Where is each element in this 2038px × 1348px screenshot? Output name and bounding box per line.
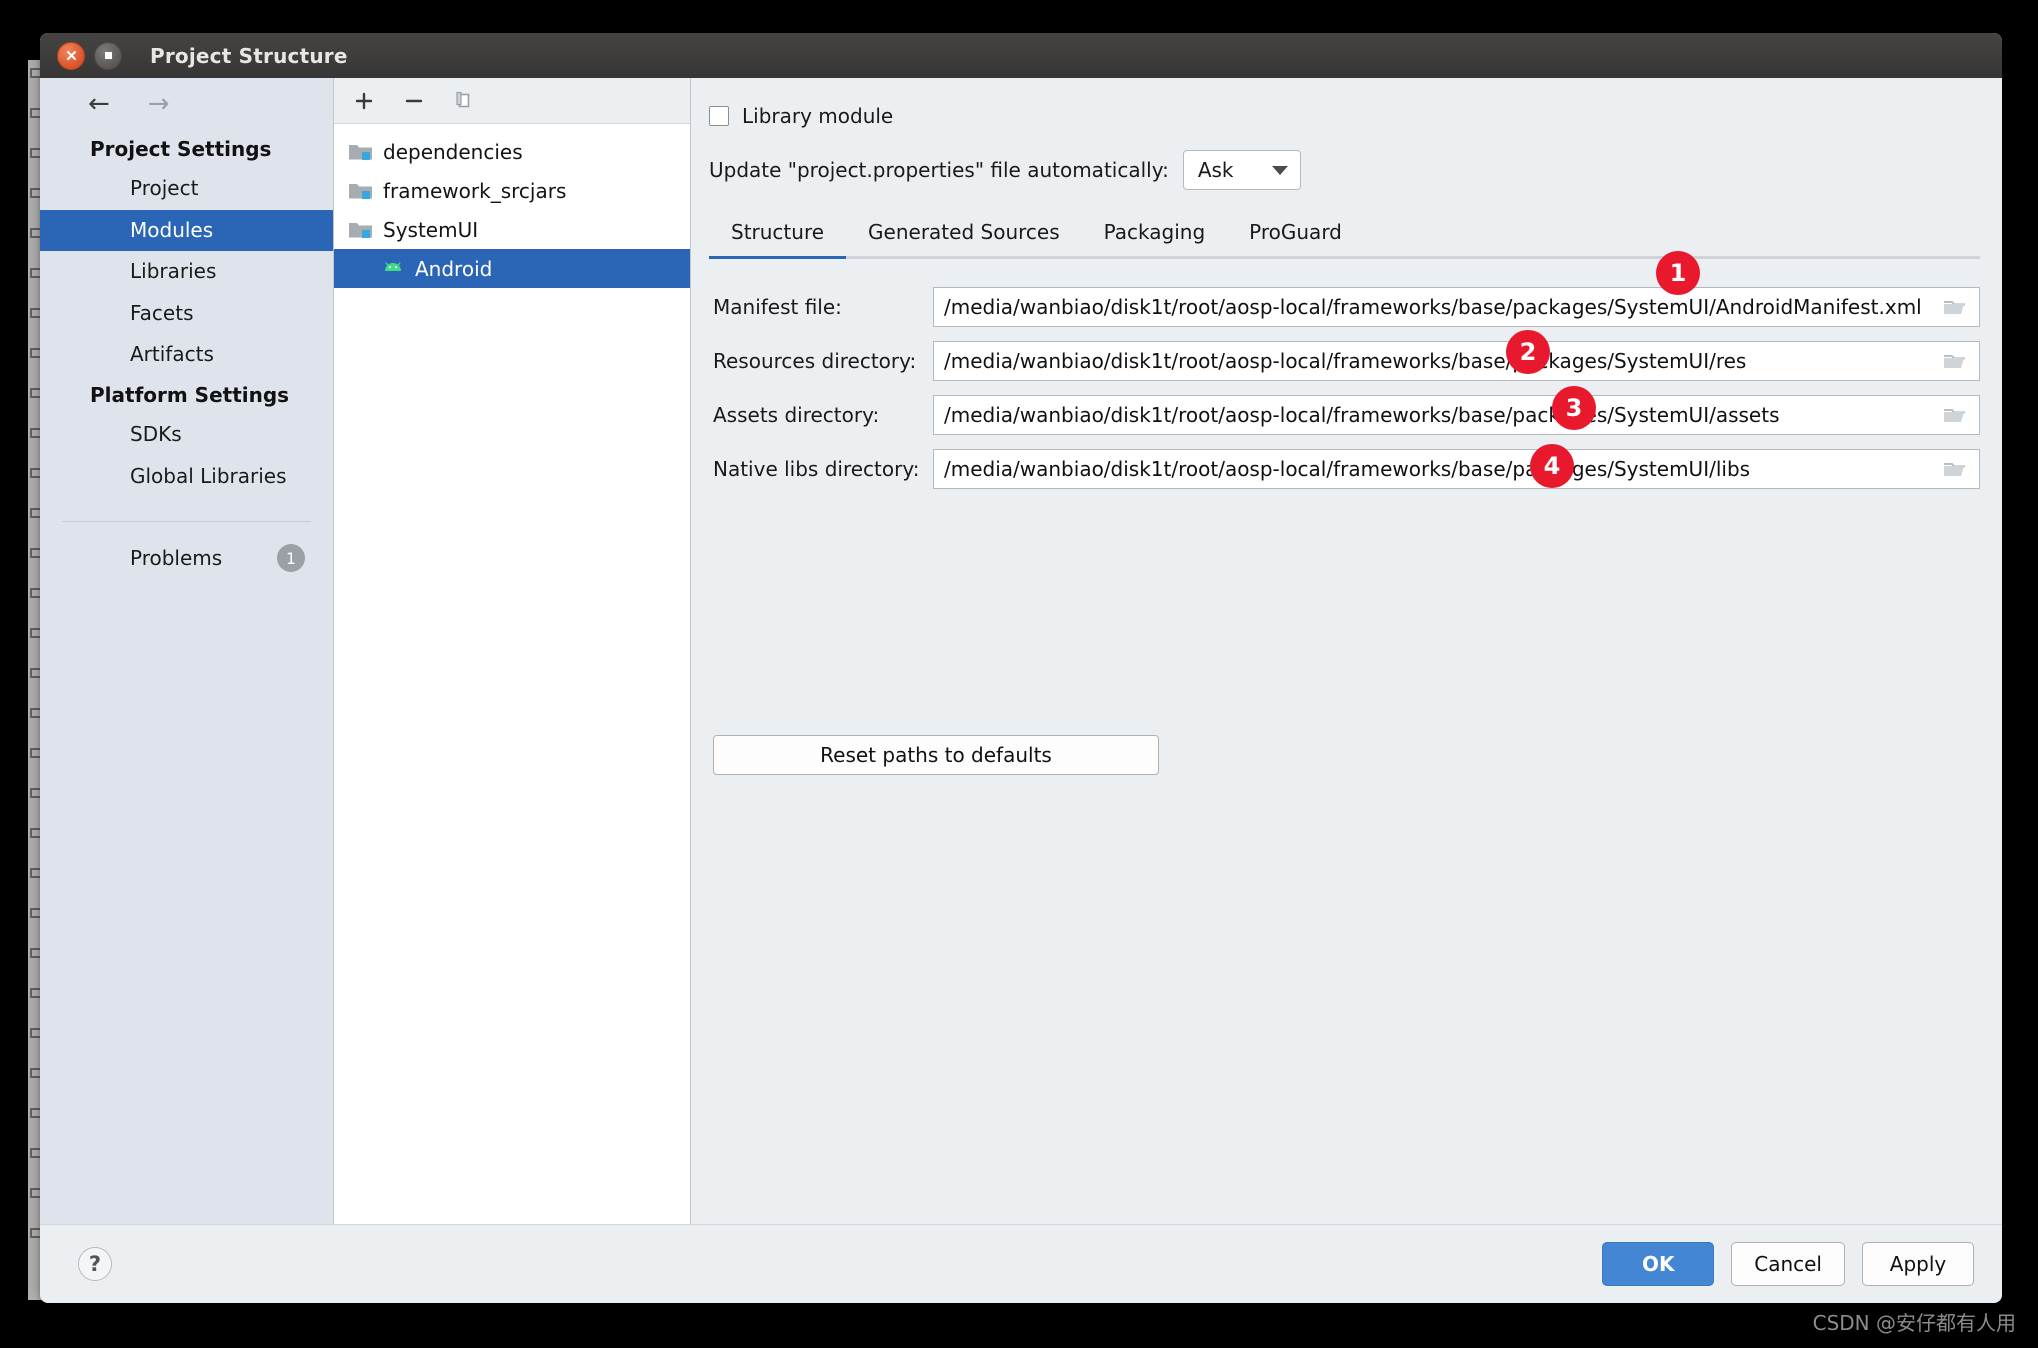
- copy-module-icon[interactable]: [452, 89, 476, 113]
- sidebar-item-project[interactable]: Project: [40, 168, 333, 210]
- android-icon: [380, 258, 406, 279]
- resources-directory-row: Resources directory: /media/wanbiao/disk…: [705, 330, 1980, 381]
- resources-directory-input[interactable]: /media/wanbiao/disk1t/root/aosp-local/fr…: [933, 341, 1980, 381]
- path-fields: Manifest file: /media/wanbiao/disk1t/roo…: [705, 251, 1980, 489]
- step-marker-1: 1: [1656, 251, 1700, 295]
- sidebar: ← → Project Settings Project Modules Lib…: [40, 78, 334, 1224]
- footer-buttons: OK Cancel Apply: [1602, 1241, 1974, 1286]
- tree-node-framework-srcjars[interactable]: framework_srcjars: [334, 171, 690, 210]
- manifest-file-input[interactable]: /media/wanbiao/disk1t/root/aosp-local/fr…: [933, 287, 1980, 327]
- sidebar-item-facets[interactable]: Facets: [40, 293, 333, 335]
- assets-directory-input[interactable]: /media/wanbiao/disk1t/root/aosp-local/fr…: [933, 395, 1980, 435]
- library-module-row[interactable]: Library module: [709, 104, 1980, 128]
- update-properties-label: Update "project.properties" file automat…: [709, 158, 1169, 182]
- reset-button-wrap: Reset paths to defaults: [705, 735, 1980, 775]
- tree-node-label: framework_srcjars: [383, 178, 567, 203]
- apply-button[interactable]: Apply: [1862, 1241, 1974, 1286]
- browse-folder-icon[interactable]: [1937, 351, 1973, 372]
- step-marker-4: 4: [1530, 444, 1574, 488]
- sidebar-item-sdks[interactable]: SDKs: [40, 414, 333, 456]
- reset-paths-button[interactable]: Reset paths to defaults: [713, 735, 1159, 775]
- browse-folder-icon[interactable]: [1937, 297, 1973, 318]
- section-heading-project-settings: Project Settings: [90, 137, 272, 161]
- update-properties-value: Ask: [1197, 158, 1234, 182]
- library-module-label: Library module: [742, 104, 894, 128]
- sidebar-item-libraries[interactable]: Libraries: [40, 251, 333, 293]
- module-tree-list: dependencies framework_srcjars SystemUI …: [334, 124, 690, 1224]
- maximize-icon[interactable]: [94, 41, 122, 70]
- module-folder-icon: [348, 141, 374, 162]
- problems-label: Problems: [130, 546, 223, 571]
- settings-tabs: Structure Generated Sources Packaging Pr…: [709, 212, 1980, 259]
- tree-node-android[interactable]: Android: [334, 249, 690, 288]
- remove-module-icon[interactable]: [402, 89, 426, 113]
- project-structure-dialog: Project Structure ← → Project Settings P…: [40, 33, 2002, 1303]
- library-module-checkbox[interactable]: [709, 106, 729, 126]
- assets-directory-label: Assets directory:: [713, 403, 880, 427]
- cancel-button[interactable]: Cancel: [1731, 1241, 1845, 1286]
- tab-packaging[interactable]: Packaging: [1082, 212, 1228, 256]
- tree-node-label: dependencies: [383, 139, 523, 164]
- module-tree-panel: dependencies framework_srcjars SystemUI …: [334, 78, 691, 1224]
- tree-node-systemui[interactable]: SystemUI: [334, 210, 690, 249]
- update-properties-row: Update "project.properties" file automat…: [709, 150, 1980, 190]
- watermark: CSDN @安仔都有人用: [1812, 1311, 2016, 1335]
- step-marker-2: 2: [1506, 330, 1550, 374]
- manifest-file-row: Manifest file: /media/wanbiao/disk1t/roo…: [705, 251, 1980, 327]
- close-icon[interactable]: [57, 41, 85, 70]
- help-icon[interactable]: ?: [78, 1246, 112, 1281]
- back-arrow-icon[interactable]: ←: [88, 91, 110, 117]
- dialog-footer: ? OK Cancel Apply: [40, 1224, 2002, 1302]
- tree-node-label: SystemUI: [383, 217, 479, 242]
- browse-folder-icon[interactable]: [1937, 405, 1973, 426]
- sidebar-item-artifacts[interactable]: Artifacts: [40, 334, 333, 376]
- tab-structure[interactable]: Structure: [709, 212, 847, 259]
- tab-generated-sources[interactable]: Generated Sources: [846, 212, 1082, 256]
- section-heading-platform-settings: Platform Settings: [90, 382, 290, 407]
- native-libs-directory-row: Native libs directory: /media/wanbiao/di…: [705, 444, 1980, 489]
- sidebar-item-global-libraries[interactable]: Global Libraries: [40, 456, 333, 498]
- browse-folder-icon[interactable]: [1937, 459, 1973, 480]
- tree-node-label: Android: [415, 256, 493, 281]
- update-properties-select[interactable]: Ask: [1182, 150, 1301, 190]
- sidebar-item-problems[interactable]: Problems 1: [40, 522, 333, 573]
- title-bar: Project Structure: [40, 33, 2002, 78]
- resources-directory-label: Resources directory:: [713, 349, 917, 373]
- screen: Project Structure ← → Project Settings P…: [0, 0, 2038, 1348]
- native-libs-directory-input[interactable]: /media/wanbiao/disk1t/root/aosp-local/fr…: [933, 449, 1980, 489]
- add-module-icon[interactable]: [352, 89, 376, 113]
- tree-node-dependencies[interactable]: dependencies: [334, 132, 690, 171]
- forward-arrow-icon[interactable]: →: [148, 91, 170, 117]
- module-folder-icon: [348, 180, 374, 201]
- resources-directory-value: /media/wanbiao/disk1t/root/aosp-local/fr…: [944, 349, 1747, 373]
- manifest-file-value: /media/wanbiao/disk1t/root/aosp-local/fr…: [944, 295, 1922, 319]
- sidebar-item-modules[interactable]: Modules: [40, 209, 333, 252]
- assets-directory-row: Assets directory: /media/wanbiao/disk1t/…: [705, 386, 1980, 435]
- ok-button[interactable]: OK: [1602, 1241, 1715, 1286]
- step-marker-3: 3: [1552, 386, 1596, 430]
- manifest-file-label: Manifest file:: [713, 295, 842, 319]
- chevron-down-icon: [1271, 165, 1288, 175]
- problems-count-badge: 1: [277, 544, 305, 573]
- tab-proguard[interactable]: ProGuard: [1227, 212, 1364, 256]
- assets-directory-value: /media/wanbiao/disk1t/root/aosp-local/fr…: [944, 403, 1780, 427]
- module-tree-toolbar: [334, 78, 690, 124]
- module-folder-icon: [348, 219, 374, 240]
- native-libs-directory-label: Native libs directory:: [713, 457, 920, 481]
- nav-arrows: ← →: [40, 78, 333, 130]
- window-title: Project Structure: [150, 43, 348, 68]
- module-settings-panel: Library module Update "project.propertie…: [691, 78, 2002, 1224]
- native-libs-directory-value: /media/wanbiao/disk1t/root/aosp-local/fr…: [944, 457, 1751, 481]
